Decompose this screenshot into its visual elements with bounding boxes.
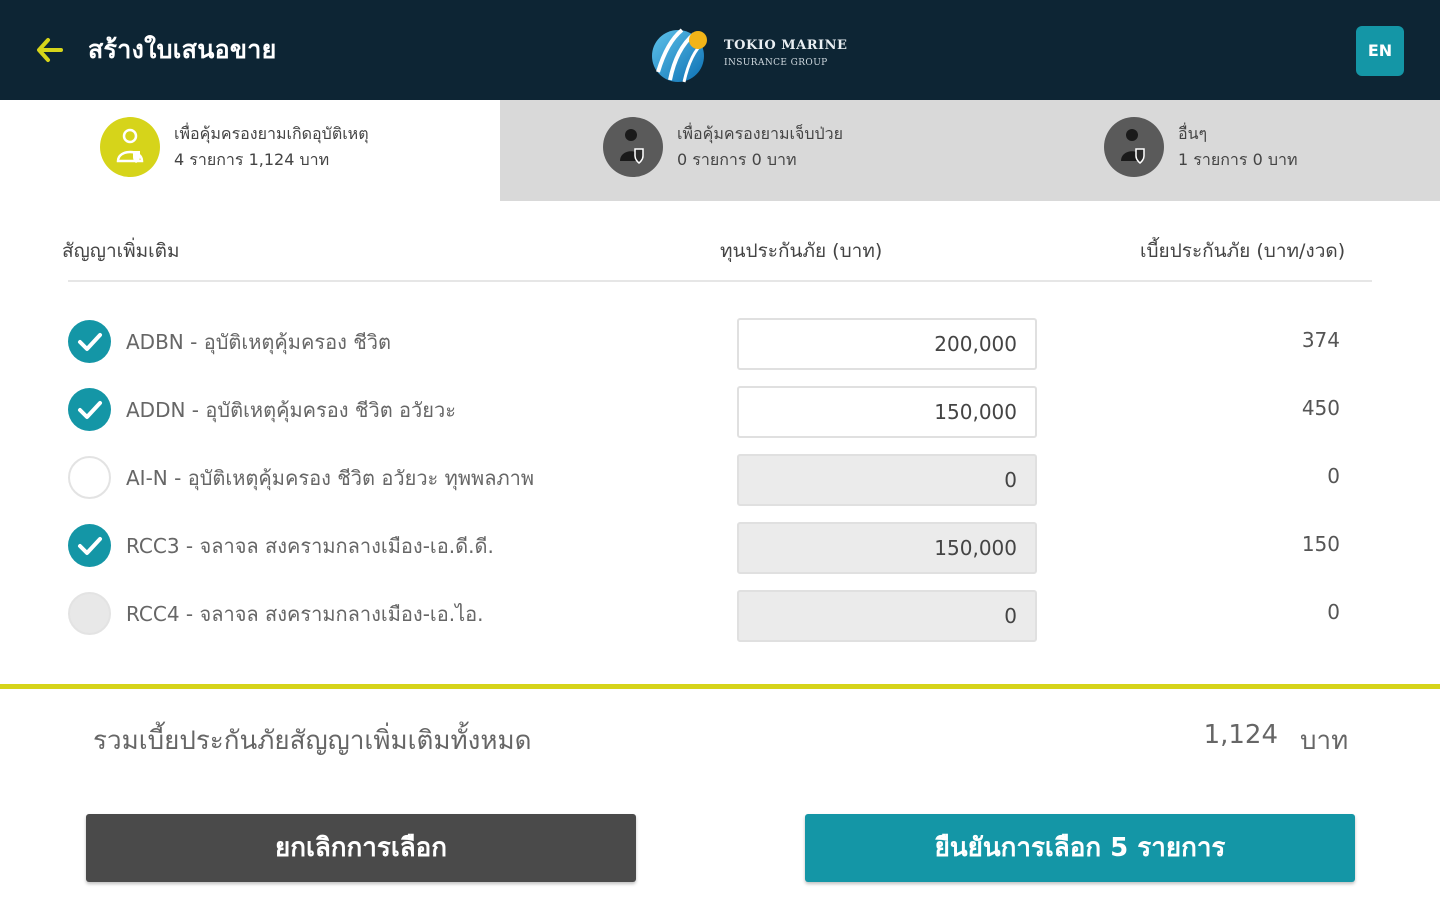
header-divider [68, 280, 1372, 282]
rider-checkbox-checked[interactable] [68, 388, 111, 431]
rider-label: ADBN - อุบัติเหตุคุ้มครอง ชีวิต [126, 330, 392, 354]
person-shield-icon [100, 117, 160, 177]
total-divider [0, 684, 1440, 689]
rider-checkbox-checked[interactable] [68, 320, 111, 363]
tab-accident-title: เพื่อคุ้มครองยามเกิดอุบัติเหตุ [174, 124, 369, 143]
tab-accident[interactable]: เพื่อคุ้มครองยามเกิดอุบัติเหตุ 4 รายการ … [0, 100, 500, 201]
rider-checkbox-disabled[interactable] [68, 592, 111, 635]
total-premium-value: 1,124 [1203, 720, 1278, 750]
rider-label: RCC4 - จลาจล สงครามกลางเมือง-เอ.ไอ. [126, 602, 484, 626]
cancel-selection-button[interactable]: ยกเลิกการเลือก [86, 814, 636, 882]
sum-assured-input-readonly [737, 590, 1037, 642]
rider-label: RCC3 - จลาจล สงครามกลางเมือง-เอ.ดี.ดี. [126, 534, 494, 558]
premium-value: 450 [1301, 396, 1340, 420]
tab-illness-title: เพื่อคุ้มครองยามเจ็บป่วย [677, 124, 844, 143]
rider-label: AI-N - อุบัติเหตุคุ้มครอง ชีวิต อวัยวะ ท… [126, 466, 535, 490]
logo-globe-icon [652, 28, 707, 83]
rider-checkbox-checked[interactable] [68, 524, 111, 567]
sum-assured-input-readonly [737, 522, 1037, 574]
rider-row: ADBN - อุบัติเหตุคุ้มครอง ชีวิต 374 [0, 312, 1440, 372]
total-premium-label: รวมเบี้ยประกันภัยสัญญาเพิ่มเติมทั้งหมด [93, 726, 532, 756]
rider-row: AI-N - อุบัติเหตุคุ้มครอง ชีวิต อวัยวะ ท… [0, 448, 1440, 508]
column-header-sum-assured: ทุนประกันภัย (บาท) [720, 240, 883, 262]
rider-checkbox-unchecked[interactable] [68, 456, 111, 499]
checkmark-icon [78, 333, 102, 351]
premium-value: 150 [1301, 532, 1340, 556]
column-header-premium: เบี้ยประกันภัย (บาท/งวด) [1140, 240, 1346, 262]
tab-other-summary: 1 รายการ 0 บาท [1178, 150, 1298, 169]
back-button[interactable] [34, 34, 66, 66]
confirm-selection-button[interactable]: ยืนยันการเลือก 5 รายการ [805, 814, 1355, 882]
premium-value: 0 [1327, 600, 1340, 624]
logo-text-main: TOKIO MARINE [724, 38, 848, 53]
tab-other[interactable]: อื่นๆ 1 รายการ 0 บาท [1004, 100, 1440, 201]
tab-illness-summary: 0 รายการ 0 บาท [677, 150, 797, 169]
person-shield-icon [603, 117, 663, 177]
page-title: สร้างใบเสนอขาย [88, 35, 277, 64]
person-shield-icon [1104, 117, 1164, 177]
sum-assured-input[interactable] [737, 318, 1037, 370]
premium-value: 0 [1327, 464, 1340, 488]
tokio-marine-logo: TOKIO MARINE INSURANCE GROUP [648, 24, 848, 84]
arrow-left-icon [37, 38, 63, 62]
app-header: สร้างใบเสนอขาย TOKIO MARINE INSURANCE GR… [0, 0, 1440, 100]
tab-illness[interactable]: เพื่อคุ้มครองยามเจ็บป่วย 0 รายการ 0 บาท [503, 100, 973, 201]
premium-value: 374 [1301, 328, 1340, 352]
coverage-tabs: เพื่อคุ้มครองยามเกิดอุบัติเหตุ 4 รายการ … [0, 100, 1440, 201]
rider-row: ADDN - อุบัติเหตุคุ้มครอง ชีวิต อวัยวะ 4… [0, 380, 1440, 440]
logo-text-sub: INSURANCE GROUP [724, 58, 828, 68]
total-premium-unit: บาท [1300, 726, 1349, 756]
tab-other-title: อื่นๆ [1178, 124, 1208, 143]
rider-row: RCC3 - จลาจล สงครามกลางเมือง-เอ.ดี.ดี. 1… [0, 516, 1440, 576]
rider-label: ADDN - อุบัติเหตุคุ้มครอง ชีวิต อวัยวะ [126, 398, 456, 422]
language-toggle-button[interactable]: EN [1356, 26, 1404, 76]
rider-row: RCC4 - จลาจล สงครามกลางเมือง-เอ.ไอ. 0 [0, 584, 1440, 644]
tab-accident-summary: 4 รายการ 1,124 บาท [174, 150, 330, 169]
checkmark-icon [78, 401, 102, 419]
sum-assured-input[interactable] [737, 386, 1037, 438]
column-header-rider: สัญญาเพิ่มเติม [62, 240, 180, 262]
sum-assured-input-readonly [737, 454, 1037, 506]
checkmark-icon [78, 537, 102, 555]
